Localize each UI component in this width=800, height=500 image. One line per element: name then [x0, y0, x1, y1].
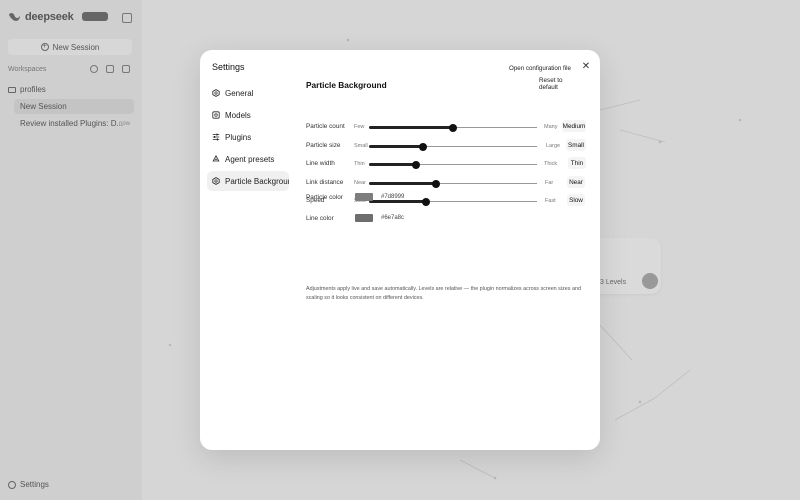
- reset-button[interactable]: Reset to default: [534, 77, 588, 91]
- nav-item-general[interactable]: General: [207, 83, 289, 103]
- nav-item-label: Models: [225, 110, 251, 120]
- slider-fill: [369, 182, 436, 185]
- settings-link[interactable]: Settings: [8, 480, 49, 489]
- open-config-button[interactable]: Open configuration file: [505, 62, 575, 74]
- slider-thumb[interactable]: [419, 142, 427, 151]
- nav-item-agent-presets[interactable]: Agent presets: [207, 149, 289, 169]
- brand: deepseek: [8, 10, 108, 23]
- nav-item-plugins[interactable]: Plugins: [207, 127, 289, 147]
- slider-label: Particle size: [306, 142, 341, 149]
- recycle-icon: [212, 155, 220, 163]
- session-label: New Session: [20, 102, 67, 111]
- slider-thumb[interactable]: [412, 160, 420, 169]
- slider-fill: [369, 163, 416, 166]
- brand-name: deepseek: [25, 10, 74, 23]
- slider-fill: [369, 145, 423, 148]
- new-session-button[interactable]: + New Session: [8, 39, 132, 55]
- slider-row: Particle size Small Large Small: [306, 139, 588, 153]
- particle-color-value: #7d8999: [381, 194, 405, 200]
- whale-logo-icon: [8, 12, 21, 21]
- hexagon-icon: [212, 177, 220, 185]
- slider-thumb[interactable]: [432, 179, 440, 188]
- nav-item-label: Plugins: [225, 132, 252, 142]
- slider-row: Particle count Few Many Medium: [306, 120, 588, 134]
- slider-value-badge: Thin: [568, 157, 586, 169]
- dialog-title: Settings: [212, 62, 245, 72]
- slider-max-label: Far: [545, 180, 554, 186]
- slider-min-label: Thin: [354, 161, 365, 167]
- slider-value-badge: Near: [567, 176, 585, 188]
- close-icon[interactable]: ✕: [581, 62, 591, 72]
- slider-fill: [369, 126, 453, 129]
- line-color-swatch[interactable]: [355, 214, 373, 222]
- cube-icon: [212, 111, 220, 119]
- settings-link-label: Settings: [20, 480, 49, 489]
- session-item[interactable]: Review installed Plugins: D... now: [14, 116, 134, 131]
- plus-icon: +: [40, 43, 49, 51]
- slider-max-label: Large: [546, 143, 561, 149]
- slider-value-badge: Small: [566, 139, 586, 151]
- line-color-row: Line color #6e7a8c: [306, 214, 588, 226]
- particle-color-swatch[interactable]: [355, 193, 373, 201]
- particle-color-label: Particle color: [306, 194, 343, 201]
- session-time: now: [118, 120, 130, 127]
- workspaces-label: Workspaces: [8, 66, 47, 73]
- brand-badge: [81, 12, 108, 21]
- particle-color-row: Particle color #7d8999: [306, 193, 588, 205]
- sidebar-toggle-icon[interactable]: [122, 13, 132, 23]
- slider-max-label: Many: [544, 124, 558, 130]
- background-card-text: 3 Levels: [600, 279, 627, 286]
- slider-row: Link distance Near Far Near: [306, 176, 588, 190]
- hexagon-icon: [212, 89, 220, 97]
- folder-item[interactable]: profiles: [8, 85, 46, 94]
- slider-label: Link distance: [306, 179, 344, 186]
- refresh-icon[interactable]: [90, 65, 98, 73]
- gear-icon: [8, 480, 16, 489]
- panel-footnote: Adjustments apply live and save automati…: [306, 286, 581, 301]
- sliders-icon: [212, 133, 220, 141]
- particle-background-panel: Particle Background Reset to default Par…: [306, 77, 588, 301]
- folder-icon: [8, 86, 16, 93]
- settings-nav: General Models Plugins Agent presets Par…: [207, 83, 289, 193]
- nav-item-label: General: [225, 88, 254, 98]
- nav-item-particle-background[interactable]: Particle Background: [207, 171, 289, 191]
- settings-dialog: Settings Open configuration file ✕ Gener…: [200, 50, 600, 450]
- slider-max-label: Thick: [544, 161, 558, 167]
- slider-label: Particle count: [306, 123, 345, 130]
- line-color-value: #6e7a8c: [381, 215, 405, 221]
- nav-item-label: Particle Background: [225, 176, 289, 186]
- slider-label: Line width: [306, 160, 335, 167]
- new-folder-icon[interactable]: [122, 65, 130, 73]
- slider-min-label: Small: [354, 143, 368, 149]
- settings-icon[interactable]: [106, 65, 114, 73]
- avatar: [642, 273, 658, 289]
- slider-row: Line width Thin Thick Thin: [306, 157, 588, 171]
- folder-label: profiles: [20, 85, 46, 94]
- slider-thumb[interactable]: [449, 123, 457, 132]
- new-session-label: New Session: [52, 42, 100, 52]
- slider-value-badge: Medium: [562, 120, 586, 132]
- nav-item-models[interactable]: Models: [207, 105, 289, 125]
- nav-item-label: Agent presets: [225, 154, 275, 164]
- workspace-actions: [90, 65, 130, 73]
- line-color-label: Line color: [306, 215, 334, 222]
- session-item[interactable]: New Session: [14, 99, 134, 114]
- session-label: Review installed Plugins: D...: [20, 119, 124, 128]
- sidebar: deepseek + New Session Workspaces profil…: [0, 0, 142, 500]
- slider-min-label: Near: [354, 180, 366, 186]
- slider-min-label: Few: [354, 124, 365, 130]
